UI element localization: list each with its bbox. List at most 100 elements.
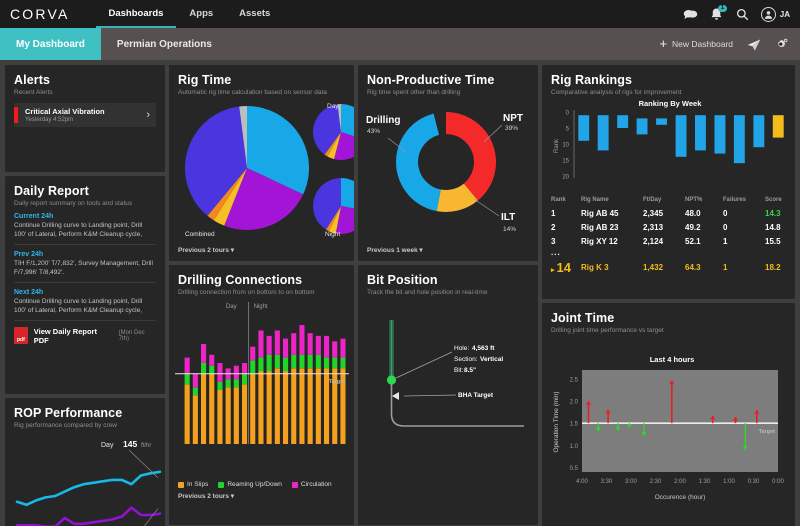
rig-time-card: Rig Time Automatic rig time calculation … (169, 65, 354, 261)
share-icon[interactable] (746, 37, 761, 52)
svg-text:Ranking By Week: Ranking By Week (639, 99, 703, 108)
period-label: Previous 2 tours (178, 493, 229, 500)
svg-text:Day: Day (226, 304, 237, 310)
drilling-connections-subtitle: Drilling connection from on bottom to on… (178, 289, 315, 296)
user-menu[interactable]: JA (760, 6, 790, 22)
svg-text:2:30: 2:30 (650, 479, 662, 485)
cell-score: 14.3 (765, 208, 781, 218)
svg-text:Section:: Section: (454, 356, 478, 363)
table-row[interactable]: 2 Rig AB 23 2,313 49.2 0 14.8 (551, 220, 786, 234)
svg-text:5: 5 (566, 127, 570, 133)
section-text: Continue Drilling curve to Landing point… (14, 222, 143, 239)
cell-score: 15.5 (765, 236, 781, 246)
rig-time-period-selector[interactable]: Previous 2 tours ▾ (169, 246, 354, 254)
svg-text:3:30: 3:30 (601, 479, 613, 485)
tab-permian-operations[interactable]: Permian Operations (101, 28, 228, 60)
section-label: Next 24h (14, 288, 44, 296)
rig-rankings-subtitle: Comparative analysis of rigs for improve… (551, 89, 682, 96)
alert-list-item[interactable]: Critical Axial Vibration Yesterday 4:52p… (14, 103, 156, 127)
joint-time-card: Joint Time Drilling joint time performan… (542, 303, 795, 526)
svg-text:145: 145 (123, 439, 137, 449)
new-dashboard-label: New Dashboard (672, 39, 733, 49)
svg-text:1:30: 1:30 (699, 479, 711, 485)
table-row[interactable]: 1 Rig AB 45 2,345 48.0 0 14.3 (551, 206, 786, 220)
svg-text:Night: Night (325, 231, 340, 238)
drilling-connections-card: Drilling Connections Drilling connection… (169, 265, 354, 525)
alert-title: Critical Axial Vibration (25, 107, 105, 116)
npt-period-selector[interactable]: Previous 1 week ▾ (358, 246, 538, 254)
svg-text:Hole:: Hole: (454, 345, 469, 352)
cell-rank: 1 (551, 208, 556, 218)
tab-my-dashboard[interactable]: My Dashboard (0, 28, 101, 60)
joint-time-title: Joint Time (551, 311, 615, 325)
drilling-connections-chart: Day Night Target (175, 302, 349, 444)
svg-text:Vertical: Vertical (480, 356, 503, 363)
col-rank: Rank (551, 197, 566, 203)
search-icon[interactable] (735, 7, 750, 22)
corva-logo: CORVA (10, 6, 70, 22)
svg-text:ft/hr: ft/hr (141, 443, 151, 449)
cell-ftday: 1,432 (643, 262, 664, 272)
cell-ftday: 2,345 (643, 208, 664, 218)
legend-label: Reaming Up/Down (227, 481, 282, 488)
cell-score: 14.8 (765, 222, 781, 232)
rig-rankings-table-wrap: Rank Rig Name Ft/Day NPT% Failures Score… (542, 195, 795, 277)
svg-text:0: 0 (566, 111, 570, 117)
svg-text:ILT: ILT (501, 212, 515, 223)
legend-item-circulation: Circulation (291, 481, 332, 488)
svg-text:8.5": 8.5" (464, 367, 476, 374)
svg-text:2:00: 2:00 (674, 479, 686, 485)
table-row[interactable]: 3 Rig XY 12 2,124 52.1 1 15.5 (551, 234, 786, 248)
daily-report-section-next: Next 24h Continue Drilling curve to Land… (14, 289, 156, 321)
nav-item-dashboards[interactable]: Dashboards (96, 0, 177, 28)
cell-rank: ▸ 14 (551, 259, 571, 275)
nav-item-assets[interactable]: Assets (226, 0, 283, 28)
rop-header: ROP Performance Rig performance compared… (5, 398, 165, 429)
svg-text:Day: Day (101, 442, 114, 449)
joint-time-subtitle: Drilling joint time performance vs targe… (551, 327, 664, 334)
section-label: Prev 24h (14, 250, 44, 258)
main-nav: Dashboards Apps Assets (96, 0, 284, 28)
legend-swatch (218, 481, 225, 488)
svg-text:Combined: Combined (185, 231, 215, 238)
rig-time-subtitle: Automatic rig time calculation based on … (178, 89, 327, 96)
col-score: Score (765, 197, 782, 203)
rig-time-chart: Combined Day Night (185, 103, 354, 238)
svg-text:NPT: NPT (503, 113, 523, 124)
col-npt: NPT% (685, 197, 703, 203)
cell-failures: 1 (723, 262, 728, 272)
drilling-connections-header: Drilling Connections Drilling connection… (169, 265, 354, 296)
svg-text:Last 4 hours: Last 4 hours (650, 355, 695, 364)
cell-rig-name: Rig AB 45 (581, 208, 619, 218)
dashboard-app: CORVA Dashboards Apps Assets 1 JA My Das… (0, 0, 800, 526)
chat-icon[interactable] (683, 7, 698, 22)
legend-swatch (291, 481, 298, 488)
notifications-icon[interactable]: 1 (709, 4, 727, 22)
table-row[interactable]: ▸ 14 Rig K 3 1,432 64.3 1 18.2 (551, 257, 786, 277)
pdf-label: View Daily Report PDF (33, 326, 97, 345)
drilling-connections-period-selector[interactable]: Previous 2 tours ▾ (169, 488, 354, 500)
section-label: Current 24h (14, 213, 54, 220)
rop-performance-card: ROP Performance Rig performance compared… (5, 398, 165, 526)
view-daily-report-pdf-button[interactable]: pdf View Daily Report PDF (Mon Dec 7th) (14, 327, 156, 345)
nav-item-apps[interactable]: Apps (176, 0, 226, 28)
cell-rank: 3 (551, 236, 556, 246)
npt-title: Non-Productive Time (367, 73, 495, 87)
daily-report-header: Daily Report Daily report summary on too… (5, 176, 165, 207)
legend-item-reaming: Reaming Up/Down (218, 481, 282, 488)
cell-rig-name: Rig K 3 (581, 262, 609, 272)
daily-report-section-current: Current 24h Continue Drilling curve to L… (14, 213, 156, 245)
settings-gear-icon[interactable] (774, 37, 789, 52)
daily-report-title: Daily Report (14, 184, 89, 198)
npt-donut-chart: NPT39% ILT 14% Drilling 43% (366, 112, 523, 233)
ellipsis: ... (551, 248, 561, 257)
svg-text:Day: Day (327, 103, 339, 110)
svg-text:1.0: 1.0 (570, 444, 579, 450)
alerts-header: Alerts Recent Alerts (5, 65, 165, 96)
section-text: Continue Drilling curve to Landing point… (14, 297, 143, 315)
svg-text:4,563 ft: 4,563 ft (472, 345, 495, 352)
svg-text:1.5: 1.5 (570, 422, 579, 428)
svg-text:Target: Target (759, 429, 776, 435)
rig-rankings-title: Rig Rankings (551, 73, 633, 87)
new-dashboard-button[interactable]: + New Dashboard (659, 37, 733, 50)
